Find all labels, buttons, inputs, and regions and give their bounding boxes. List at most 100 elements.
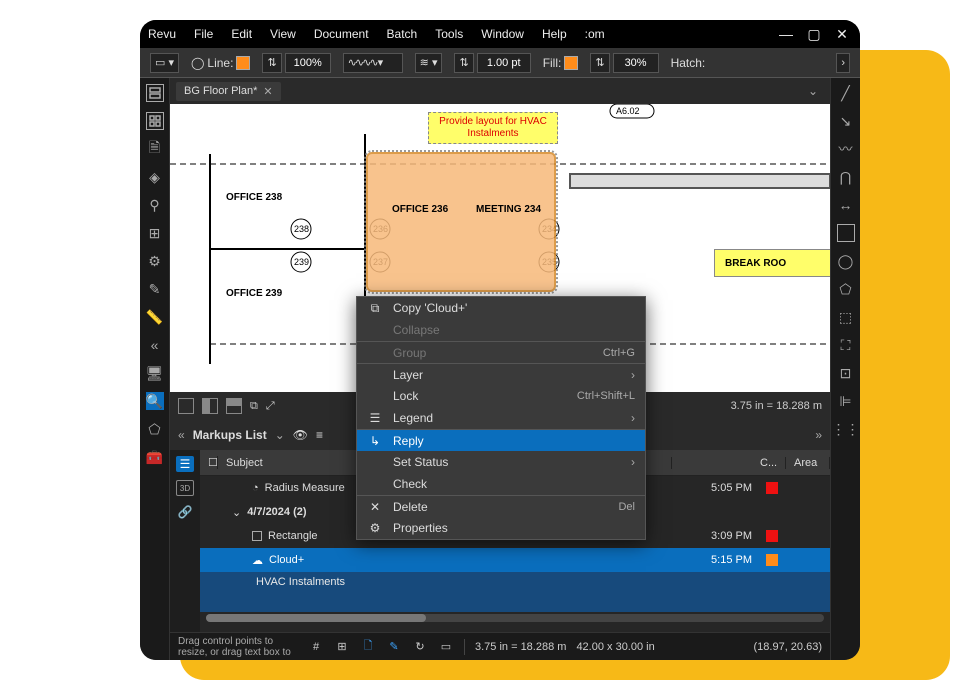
ctx-properties[interactable]: ⚙ Properties bbox=[357, 517, 645, 539]
line-style-dropdown[interactable]: ∿∿∿∿ ▾ bbox=[343, 53, 403, 73]
split-horizontal-icon[interactable] bbox=[226, 398, 242, 414]
grid-snap-icon[interactable]: # bbox=[308, 639, 324, 655]
arrow-tool-icon[interactable]: ↘ bbox=[837, 112, 855, 130]
zoom-stepper-toggle[interactable]: ⇅ bbox=[262, 53, 281, 73]
snap-content-icon[interactable]: 🗋 bbox=[360, 639, 376, 655]
wave-style-dropdown[interactable]: ≋ ▾ bbox=[415, 53, 443, 73]
markups-links-icon[interactable]: 🔗 bbox=[176, 504, 194, 520]
shape-dropdown[interactable]: ▭ ▾ bbox=[150, 53, 179, 73]
pen-tool-icon[interactable]: ╱ bbox=[837, 84, 855, 102]
tab-list-dropdown[interactable]: ⌄ bbox=[802, 82, 824, 100]
callout-note[interactable]: Provide layout for HVAC Instalments bbox=[428, 112, 558, 144]
search-icon[interactable]: 🔍 bbox=[146, 392, 164, 410]
ctx-delete[interactable]: ✕ Delete Del bbox=[357, 495, 645, 517]
thumbnails-icon[interactable] bbox=[146, 84, 164, 102]
polygon-tool-icon[interactable]: ⬠ bbox=[837, 280, 855, 298]
line-width-input[interactable] bbox=[477, 53, 531, 73]
ctx-check[interactable]: Check bbox=[357, 473, 645, 495]
cloud-tool-icon[interactable]: ⬚ bbox=[837, 308, 855, 326]
markups-list-view-icon[interactable]: ☰ bbox=[176, 456, 194, 472]
ctx-set-status[interactable]: Set Status › bbox=[357, 451, 645, 473]
ctx-lock[interactable]: Lock Ctrl+Shift+L bbox=[357, 385, 645, 407]
polyline-tool-icon[interactable]: 〰 bbox=[837, 140, 855, 158]
opacity-input[interactable] bbox=[613, 53, 659, 73]
main-menu: Revu File Edit View Document Batch Tools… bbox=[148, 27, 605, 41]
markups-dropdown-icon[interactable]: ⌄ bbox=[275, 428, 285, 442]
document-tab[interactable]: BG Floor Plan* ✕ bbox=[176, 82, 281, 101]
studio-icon[interactable]: 🖥 bbox=[146, 364, 164, 382]
toolbar-overflow-button[interactable]: › bbox=[836, 53, 850, 73]
menu-view[interactable]: View bbox=[270, 27, 296, 41]
markup-reply-row[interactable]: HVAC Instalments bbox=[200, 572, 830, 612]
window-minimize-button[interactable]: — bbox=[776, 24, 796, 44]
ellipse-tool-icon[interactable]: ◯ bbox=[837, 252, 855, 270]
split-vertical-icon[interactable] bbox=[202, 398, 218, 414]
sync-view-icon[interactable]: ▭ bbox=[438, 639, 454, 655]
menu-tools[interactable]: Tools bbox=[435, 27, 463, 41]
snap-markup-icon[interactable]: ✎ bbox=[386, 639, 402, 655]
markup-row-cloud[interactable]: ☁ Cloud+ 5:15 PM bbox=[200, 548, 830, 572]
visibility-toggle-icon[interactable]: 👁 bbox=[293, 428, 308, 442]
fit-page-icon[interactable]: ⤢ bbox=[266, 400, 275, 413]
document-tabbar: BG Floor Plan* ✕ ⌄ bbox=[170, 78, 830, 104]
copy-icon: ⧉ bbox=[367, 301, 383, 316]
close-tab-icon[interactable]: ✕ bbox=[263, 85, 272, 98]
ctx-copy[interactable]: ⧉ Copy 'Cloud+' bbox=[357, 297, 645, 319]
settings-icon[interactable]: ⚙ bbox=[146, 252, 164, 270]
menu-edit[interactable]: Edit bbox=[231, 27, 252, 41]
markups-horizontal-scrollbar[interactable] bbox=[206, 614, 824, 622]
legend-icon: ☰ bbox=[367, 411, 383, 425]
window-close-button[interactable]: ✕ bbox=[832, 24, 852, 44]
collapse-markups-icon[interactable]: « bbox=[178, 428, 185, 442]
ctx-legend[interactable]: ☰ Legend › bbox=[357, 407, 645, 429]
image-tool-icon[interactable]: ⊡ bbox=[837, 364, 855, 382]
snap-icon[interactable]: ⊞ bbox=[334, 639, 350, 655]
color-wheel-icon[interactable]: ◯ bbox=[191, 56, 204, 70]
layers-icon[interactable]: ◈ bbox=[146, 168, 164, 186]
gear-icon: ⚙ bbox=[367, 521, 383, 535]
one-full-page-icon[interactable]: ⧉ bbox=[250, 400, 258, 413]
opacity-stepper-toggle[interactable]: ⇅ bbox=[590, 53, 609, 73]
reuse-icon[interactable]: ↻ bbox=[412, 639, 428, 655]
markups-3d-icon[interactable]: 3D bbox=[176, 480, 194, 496]
collapse-left-icon[interactable]: « bbox=[146, 336, 164, 354]
grid-icon[interactable] bbox=[146, 112, 164, 130]
zoom-input[interactable] bbox=[285, 53, 331, 73]
measure-icon[interactable]: 📏 bbox=[146, 308, 164, 326]
ctx-reply[interactable]: ↳ Reply bbox=[357, 429, 645, 451]
toolbox-icon[interactable]: 🧰 bbox=[146, 448, 164, 466]
count-tool-icon[interactable]: ⋮⋮ bbox=[837, 420, 855, 438]
fill-color-swatch[interactable] bbox=[564, 56, 578, 70]
places-icon[interactable]: ⚲ bbox=[146, 196, 164, 214]
line-label: Line: bbox=[207, 56, 233, 70]
spaces-icon[interactable]: ⊞ bbox=[146, 224, 164, 242]
menu-revu[interactable]: Revu bbox=[148, 27, 176, 41]
menu-batch[interactable]: Batch bbox=[387, 27, 418, 41]
col-color[interactable]: C... bbox=[752, 457, 786, 469]
markups-menu-icon[interactable]: ≡ bbox=[316, 428, 323, 442]
ctx-layer[interactable]: Layer › bbox=[357, 363, 645, 385]
menu-document[interactable]: Document bbox=[314, 27, 369, 41]
hatch-label: Hatch: bbox=[671, 56, 706, 70]
arc-tool-icon[interactable]: ⋂ bbox=[837, 168, 855, 186]
menu-help[interactable]: Help bbox=[542, 27, 567, 41]
align-tool-icon[interactable]: ⊫ bbox=[837, 392, 855, 410]
rectangle-tool-icon[interactable] bbox=[837, 224, 855, 242]
col-checkbox-icon[interactable]: ☐ bbox=[200, 456, 218, 469]
window-maximize-button[interactable]: ▢ bbox=[804, 24, 824, 44]
col-area[interactable]: Area bbox=[786, 457, 830, 469]
room-label-breakroom: BREAK ROO bbox=[714, 249, 830, 277]
markups-expand-icon[interactable]: » bbox=[815, 428, 822, 442]
file-access-icon[interactable]: 🗎 bbox=[146, 140, 164, 158]
cloud-markup[interactable] bbox=[366, 152, 556, 292]
crop-tool-icon[interactable]: ⛶ bbox=[837, 336, 855, 354]
linewidth-stepper-toggle[interactable]: ⇅ bbox=[454, 53, 473, 73]
signatures-icon[interactable]: ✎ bbox=[146, 280, 164, 298]
status-scale-text: 3.75 in = 18.288 m bbox=[475, 641, 566, 653]
dimension-tool-icon[interactable]: ↔ bbox=[837, 196, 855, 214]
menu-window[interactable]: Window bbox=[481, 27, 524, 41]
menu-file[interactable]: File bbox=[194, 27, 213, 41]
line-color-swatch[interactable] bbox=[236, 56, 250, 70]
sets-icon[interactable]: ⬠ bbox=[146, 420, 164, 438]
split-none-icon[interactable] bbox=[178, 398, 194, 414]
